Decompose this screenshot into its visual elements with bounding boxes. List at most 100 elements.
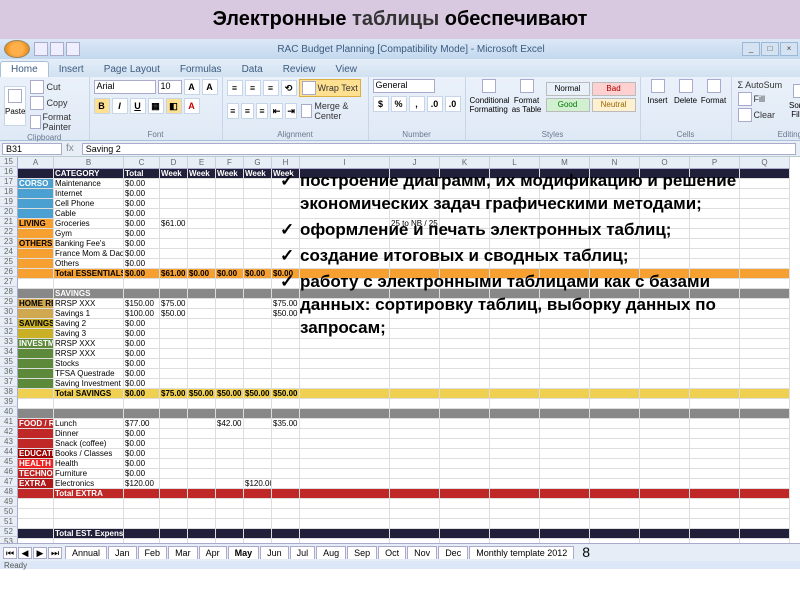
sheet-tab-mar[interactable]: Mar <box>168 546 198 559</box>
cell[interactable] <box>390 489 440 499</box>
inc-decimal-button[interactable]: .0 <box>427 96 443 112</box>
cell[interactable]: RRSP XXX <box>54 349 124 359</box>
cell[interactable] <box>300 359 390 369</box>
sheet-tab-monthly-template-2012[interactable]: Monthly template 2012 <box>469 546 574 559</box>
cell[interactable] <box>244 419 272 429</box>
cell[interactable] <box>490 419 540 429</box>
cell[interactable] <box>188 199 216 209</box>
cell[interactable] <box>440 429 490 439</box>
cell[interactable] <box>490 489 540 499</box>
cell[interactable] <box>188 249 216 259</box>
cell[interactable] <box>590 529 640 539</box>
cell[interactable]: LIVING <box>18 219 54 229</box>
orientation-button[interactable]: ⟲ <box>281 80 297 96</box>
col-header[interactable]: O <box>640 157 690 169</box>
cell[interactable] <box>490 469 540 479</box>
cell[interactable] <box>188 309 216 319</box>
cell[interactable]: $0.00 <box>124 369 160 379</box>
cell[interactable] <box>244 229 272 239</box>
cell[interactable] <box>300 479 390 489</box>
cell[interactable]: Saving Investment (Bull/bonds) <box>54 379 124 389</box>
cell[interactable]: $0.00 <box>124 439 160 449</box>
cell[interactable] <box>440 519 490 529</box>
cell[interactable] <box>740 349 790 359</box>
row-header[interactable]: 34 <box>0 347 18 357</box>
col-header[interactable]: I <box>300 157 390 169</box>
cell[interactable]: $0.00 <box>124 259 160 269</box>
row-header[interactable]: 24 <box>0 247 18 257</box>
cell[interactable] <box>540 499 590 509</box>
table-row[interactable]: Total SAVINGS$0.00$75.00$50.00$50.00$50.… <box>18 389 790 399</box>
cell[interactable] <box>300 489 390 499</box>
cell[interactable] <box>188 239 216 249</box>
cell[interactable] <box>440 459 490 469</box>
row-header[interactable]: 36 <box>0 367 18 377</box>
cell[interactable] <box>740 459 790 469</box>
cell[interactable] <box>18 379 54 389</box>
cell[interactable] <box>124 409 160 419</box>
cell[interactable] <box>640 519 690 529</box>
cell[interactable] <box>272 509 300 519</box>
wrap-text-button[interactable]: Wrap Text <box>299 79 361 97</box>
row-header[interactable]: 41 <box>0 417 18 427</box>
row-header[interactable]: 27 <box>0 277 18 287</box>
copy-button[interactable]: Copy <box>28 95 84 111</box>
cell[interactable] <box>216 349 244 359</box>
col-header[interactable]: G <box>244 157 272 169</box>
row-header[interactable]: 19 <box>0 197 18 207</box>
cell[interactable] <box>440 499 490 509</box>
format-as-table-button[interactable]: Format as Table <box>510 79 544 114</box>
cell[interactable] <box>300 349 390 359</box>
cell[interactable]: RRSP XXX <box>54 299 124 309</box>
cell[interactable] <box>244 329 272 339</box>
row-header[interactable]: 21 <box>0 217 18 227</box>
cell[interactable] <box>18 229 54 239</box>
cell[interactable] <box>590 479 640 489</box>
table-row[interactable]: Total EXTRA <box>18 489 790 499</box>
row-header[interactable]: 30 <box>0 307 18 317</box>
cell[interactable]: $0.00 <box>124 319 160 329</box>
cell[interactable] <box>390 369 440 379</box>
col-header[interactable]: P <box>690 157 740 169</box>
cell[interactable]: Groceries <box>54 219 124 229</box>
cell[interactable] <box>490 459 540 469</box>
cell[interactable] <box>300 499 390 509</box>
conditional-formatting-button[interactable]: Conditional Formatting <box>470 79 508 114</box>
cell[interactable]: Gym <box>54 229 124 239</box>
cell[interactable] <box>490 479 540 489</box>
cell[interactable] <box>244 199 272 209</box>
cell[interactable] <box>300 529 390 539</box>
cell[interactable] <box>300 409 390 419</box>
cell[interactable]: $0.00 <box>124 429 160 439</box>
cell[interactable] <box>440 439 490 449</box>
sheet-tab-nov[interactable]: Nov <box>407 546 437 559</box>
sheet-tab-jan[interactable]: Jan <box>108 546 137 559</box>
cell[interactable] <box>272 359 300 369</box>
cell[interactable] <box>390 509 440 519</box>
cell[interactable] <box>740 499 790 509</box>
ribbon-tab-formulas[interactable]: Formulas <box>170 62 232 77</box>
cell[interactable] <box>244 239 272 249</box>
cell[interactable] <box>690 379 740 389</box>
cell[interactable] <box>244 289 272 299</box>
cell[interactable] <box>216 339 244 349</box>
cell[interactable] <box>244 189 272 199</box>
cell[interactable] <box>244 249 272 259</box>
cell[interactable] <box>18 399 54 409</box>
row-header[interactable]: 49 <box>0 497 18 507</box>
ribbon-tab-home[interactable]: Home <box>0 61 49 77</box>
cell[interactable] <box>216 309 244 319</box>
cell[interactable] <box>690 439 740 449</box>
table-row[interactable]: Stocks$0.00 <box>18 359 790 369</box>
cell[interactable] <box>244 279 272 289</box>
cell[interactable] <box>160 399 188 409</box>
cell[interactable] <box>440 419 490 429</box>
col-header[interactable]: J <box>390 157 440 169</box>
cell[interactable] <box>740 489 790 499</box>
table-row[interactable] <box>18 499 790 509</box>
sheet-tab-jul[interactable]: Jul <box>290 546 316 559</box>
cell[interactable] <box>216 529 244 539</box>
cell[interactable] <box>740 369 790 379</box>
cell[interactable] <box>244 259 272 269</box>
cell[interactable]: Furniture <box>54 469 124 479</box>
